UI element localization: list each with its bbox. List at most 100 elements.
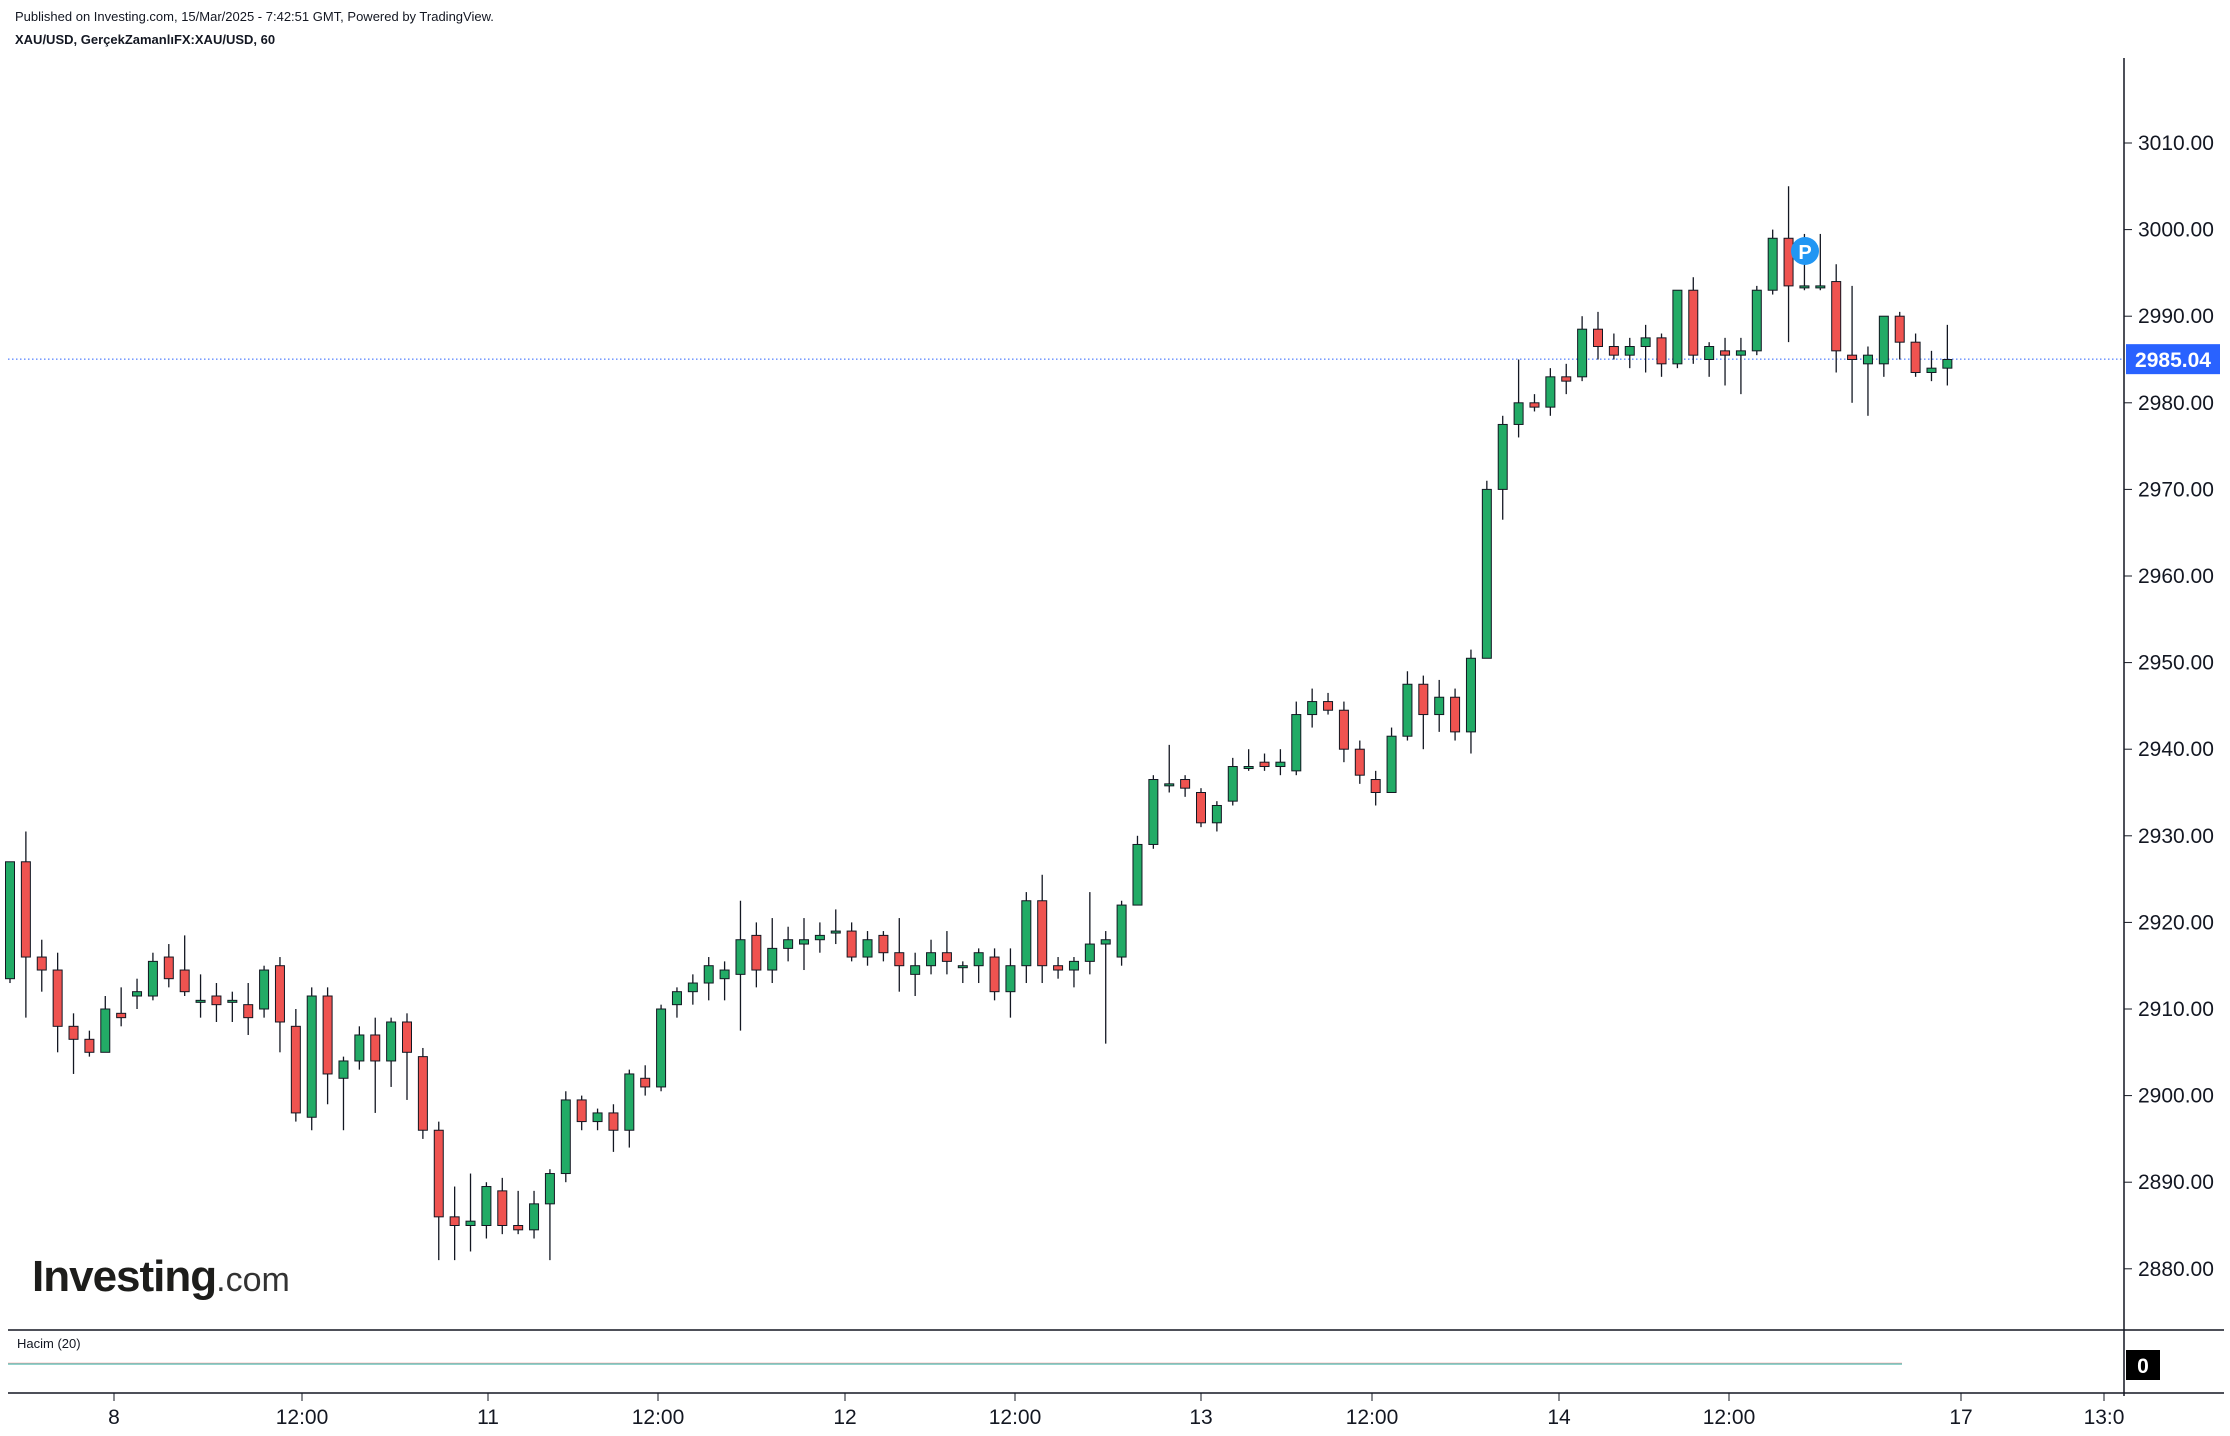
candle-up [957, 961, 968, 984]
candle-up [1164, 744, 1175, 793]
candle-down [84, 1030, 95, 1057]
y-tick-label: 2890.00 [2138, 1171, 2214, 1194]
candle-body [1037, 900, 1048, 967]
candle-body [592, 1112, 603, 1123]
candle-body [36, 956, 47, 971]
candle-down [211, 983, 222, 1022]
candle-body [1735, 350, 1746, 356]
candle-body [1704, 346, 1715, 361]
candle-body [973, 952, 984, 967]
candle-body [1862, 354, 1873, 365]
candle-down [846, 922, 857, 962]
candle-body [767, 947, 778, 971]
candle-body [957, 965, 968, 969]
candle-body [735, 939, 746, 975]
candle-down [1450, 688, 1461, 741]
candle-up [5, 861, 15, 984]
candle-body [1307, 701, 1318, 716]
last-price-label: 2985.04 [2135, 349, 2211, 372]
candle-up [1926, 350, 1937, 382]
y-tick-label: 2880.00 [2138, 1258, 2214, 1281]
candle-body [544, 1173, 555, 1205]
candle-body [52, 969, 63, 1027]
candle-up [1942, 324, 1953, 386]
candle-up [1291, 701, 1302, 776]
candle-down [640, 1065, 651, 1096]
x-tick-label: 12:00 [1346, 1406, 1399, 1429]
candle-body [1354, 748, 1365, 776]
candle-down [322, 987, 333, 1105]
candle-body [370, 1034, 381, 1062]
y-tick-label: 2980.00 [2138, 392, 2214, 415]
candle-up [1227, 757, 1238, 806]
candle-body [1545, 376, 1556, 408]
candle-up [1640, 324, 1651, 373]
candle-body [529, 1203, 540, 1231]
candle-body [1497, 423, 1508, 490]
candle-up [1307, 688, 1318, 728]
candle-up [624, 1069, 635, 1148]
candle-body [513, 1225, 524, 1231]
candle-up [830, 909, 841, 945]
candle-down [1418, 675, 1429, 750]
candle-down [243, 983, 254, 1035]
candle-body [1370, 779, 1381, 794]
candle-body [100, 1008, 111, 1053]
candle-body [1434, 696, 1445, 716]
candle-up [1624, 337, 1635, 369]
candle-body [290, 1025, 301, 1114]
chart-canvas[interactable]: 2880.00 2890.00 2900.00 2910.00 2920.00 2930.… [0, 0, 2230, 1436]
volume-label: Hacim (20) [17, 1336, 81, 1351]
candle-body [846, 930, 857, 958]
logo-brand: Investing [32, 1252, 217, 1301]
candle-down [433, 1121, 444, 1261]
candle-down [608, 1104, 619, 1152]
candle-up [354, 1026, 365, 1070]
candle-body [1323, 701, 1334, 711]
marker-label: P [1798, 242, 1811, 264]
candle-up [703, 957, 714, 1001]
y-tick-label: 3010.00 [2138, 132, 2214, 155]
candle-body [1561, 376, 1572, 382]
candle-body [274, 965, 285, 1023]
candle-down [20, 831, 31, 1018]
candle-up [100, 996, 111, 1053]
candle-up [735, 900, 746, 1031]
candle-body [1465, 657, 1476, 733]
candle-body [910, 965, 921, 975]
x-axis-ticks: 8 12:00 11 12:00 12 12:00 13 12:00 14 12:00 17 13:0 [108, 1393, 2124, 1429]
candle-up [1767, 229, 1778, 295]
candle-body [179, 969, 190, 993]
candle-body [624, 1073, 635, 1131]
candle-up [386, 1017, 397, 1087]
candle-body [1608, 346, 1619, 356]
candle-body [1688, 289, 1699, 356]
candle-body [1084, 943, 1095, 962]
candle-body [941, 952, 952, 962]
candle-down [36, 939, 47, 992]
x-tick-label: 12:00 [989, 1406, 1042, 1429]
candle-down [1370, 770, 1381, 806]
candle-up [481, 1182, 492, 1239]
candles-group [5, 186, 1953, 1261]
candle-body [926, 952, 937, 967]
candle-body [1751, 289, 1762, 352]
candle-down [941, 931, 952, 975]
candle-up [1132, 835, 1143, 906]
candle-down [1259, 753, 1270, 771]
candle-down [1593, 311, 1603, 360]
candle-body [465, 1220, 476, 1227]
y-tick-label: 2970.00 [2138, 478, 2214, 501]
candle-down [878, 931, 889, 962]
candle-up [560, 1091, 571, 1183]
candle-body [211, 995, 222, 1006]
candle-body [862, 939, 873, 958]
candle-down [1354, 740, 1365, 784]
candle-body [1831, 281, 1842, 352]
candle-body [84, 1038, 95, 1053]
candle-down [1529, 394, 1540, 412]
candle-body [560, 1099, 571, 1175]
candle-down [989, 948, 1000, 1001]
y-tick-label: 2910.00 [2138, 998, 2214, 1021]
candle-body [1640, 337, 1651, 348]
